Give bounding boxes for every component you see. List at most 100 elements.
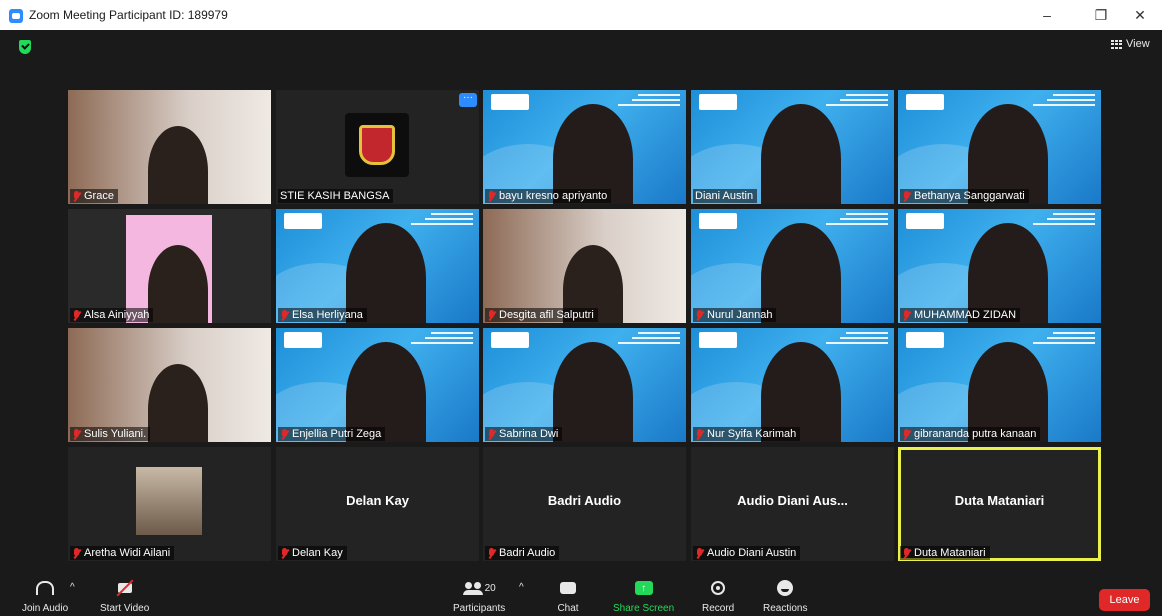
start-video-label: Start Video bbox=[100, 603, 150, 614]
leave-button[interactable]: Leave bbox=[1099, 589, 1150, 611]
more-options-icon[interactable]: ··· bbox=[459, 93, 477, 107]
participant-name-label: Desgita afil Salputri bbox=[485, 308, 598, 322]
participant-name: Diani Austin bbox=[695, 190, 754, 202]
muted-mic-icon bbox=[280, 309, 289, 321]
meeting-area: View Grace ··· STIE KASIH BANGSA bayu kresn… bbox=[0, 30, 1162, 574]
participant-name-label: Nur Syifa Karimah bbox=[693, 427, 801, 441]
background-caption-graphic bbox=[1033, 94, 1095, 108]
stie-kasih-bangsa-logo-icon bbox=[345, 113, 409, 177]
close-button[interactable]: ✕ bbox=[1124, 4, 1156, 26]
share-screen-button[interactable]: ↑ Share Screen bbox=[613, 578, 674, 614]
muted-mic-icon bbox=[72, 428, 81, 440]
participant-center-name: Badri Audio bbox=[547, 493, 622, 508]
participant-tile[interactable]: Elsa Herliyana bbox=[276, 209, 479, 323]
participant-name: Delan Kay bbox=[292, 547, 343, 559]
participant-name: gibrananda putra kanaan bbox=[914, 428, 1037, 440]
kampus-merdeka-logo bbox=[491, 94, 529, 110]
background-caption-graphic bbox=[411, 213, 473, 227]
muted-mic-icon bbox=[280, 547, 289, 559]
window-title: Zoom Meeting Participant ID: 189979 bbox=[29, 8, 228, 22]
background-caption-graphic bbox=[1033, 213, 1095, 227]
participants-icon bbox=[462, 582, 483, 595]
kampus-merdeka-logo bbox=[284, 332, 322, 348]
participant-name-label: Diani Austin bbox=[693, 189, 758, 203]
chat-icon bbox=[560, 582, 576, 594]
audio-options-chevron-icon[interactable]: ^ bbox=[70, 582, 75, 593]
chat-button[interactable]: Chat bbox=[556, 578, 580, 614]
participant-name-label: gibrananda putra kanaan bbox=[900, 427, 1041, 441]
participant-name-label: Delan Kay bbox=[278, 546, 347, 560]
participant-name: Sabrina Dwi bbox=[499, 428, 559, 440]
participant-tile[interactable]: bayu kresno apriyanto bbox=[483, 90, 686, 204]
muted-mic-icon bbox=[695, 428, 704, 440]
participant-name-label: MUHAMMAD ZIDAN bbox=[900, 308, 1021, 322]
participant-tile[interactable]: Sabrina Dwi bbox=[483, 328, 686, 442]
start-video-button[interactable]: Start Video bbox=[100, 578, 149, 614]
title-bar: Zoom Meeting Participant ID: 189979 – ❐ … bbox=[0, 0, 1162, 30]
participant-figure bbox=[761, 104, 841, 204]
kampus-merdeka-logo bbox=[699, 213, 737, 229]
minimize-button[interactable]: – bbox=[1031, 4, 1063, 26]
background-caption-graphic bbox=[826, 332, 888, 346]
muted-mic-icon bbox=[487, 309, 496, 321]
muted-mic-icon bbox=[902, 190, 911, 202]
participant-name: Nurul Jannah bbox=[707, 309, 773, 321]
participant-tile[interactable]: Audio Diani Aus... Audio Diani Austin bbox=[691, 447, 894, 561]
participant-name: Audio Diani Austin bbox=[707, 547, 797, 559]
restore-button[interactable]: ❐ bbox=[1085, 4, 1117, 26]
participant-center-name: Duta Mataniari bbox=[954, 493, 1045, 508]
participant-tile[interactable]: Delan Kay Delan Kay bbox=[276, 447, 479, 561]
participant-name-label: Badri Audio bbox=[485, 546, 560, 560]
participant-name: MUHAMMAD ZIDAN bbox=[914, 309, 1017, 321]
participant-tile[interactable]: Diani Austin bbox=[691, 90, 894, 204]
participant-name: Desgita afil Salputri bbox=[499, 309, 594, 321]
join-audio-button[interactable]: Join Audio bbox=[22, 578, 68, 614]
participant-name: bayu kresno apriyanto bbox=[499, 190, 608, 202]
background-caption-graphic bbox=[826, 94, 888, 108]
participant-tile[interactable]: MUHAMMAD ZIDAN bbox=[898, 209, 1101, 323]
participants-button[interactable]: 20 Participants bbox=[453, 578, 505, 614]
participants-label: Participants bbox=[453, 603, 506, 614]
view-button[interactable]: View bbox=[1111, 38, 1150, 50]
participant-name: Alsa Ainiyyah bbox=[84, 309, 150, 321]
join-audio-label: Join Audio bbox=[22, 603, 69, 614]
encryption-shield-icon[interactable] bbox=[19, 40, 31, 54]
participant-figure bbox=[553, 342, 633, 442]
background-caption-graphic bbox=[411, 332, 473, 346]
background-caption-graphic bbox=[826, 213, 888, 227]
participant-name-label: Sulis Yuliani. bbox=[70, 427, 151, 441]
share-screen-label: Share Screen bbox=[613, 603, 675, 614]
muted-mic-icon bbox=[72, 309, 81, 321]
muted-mic-icon bbox=[695, 309, 704, 321]
participant-tile[interactable]: Badri Audio Badri Audio bbox=[483, 447, 686, 561]
kampus-merdeka-logo bbox=[699, 94, 737, 110]
record-button[interactable]: Record bbox=[702, 578, 734, 614]
participants-options-chevron-icon[interactable]: ^ bbox=[519, 582, 524, 593]
share-screen-icon: ↑ bbox=[634, 581, 653, 595]
participant-tile[interactable]: Nurul Jannah bbox=[691, 209, 894, 323]
participant-center-name: Audio Diani Aus... bbox=[737, 493, 848, 508]
muted-mic-icon bbox=[72, 547, 81, 559]
participant-tile[interactable]: ··· STIE KASIH BANGSA bbox=[276, 90, 479, 204]
participant-tile[interactable]: Duta Mataniari Duta Mataniari bbox=[898, 447, 1101, 561]
participant-tile[interactable]: Desgita afil Salputri bbox=[483, 209, 686, 323]
participant-name: Bethanya Sanggarwati bbox=[914, 190, 1025, 202]
participant-name-label: Grace bbox=[70, 189, 118, 203]
participant-tile[interactable]: Alsa Ainiyyah bbox=[68, 209, 271, 323]
participant-name-label: Bethanya Sanggarwati bbox=[900, 189, 1029, 203]
participant-tile[interactable]: Aretha Widi Ailani bbox=[68, 447, 271, 561]
participant-tile[interactable]: gibrananda putra kanaan bbox=[898, 328, 1101, 442]
background-caption-graphic bbox=[618, 332, 680, 346]
participant-name: Nur Syifa Karimah bbox=[707, 428, 797, 440]
participant-tile[interactable]: Sulis Yuliani. bbox=[68, 328, 271, 442]
participant-tile[interactable]: Nur Syifa Karimah bbox=[691, 328, 894, 442]
participant-tile[interactable]: Bethanya Sanggarwati bbox=[898, 90, 1101, 204]
participant-name: Aretha Widi Ailani bbox=[84, 547, 171, 559]
reactions-button[interactable]: Reactions bbox=[763, 578, 807, 614]
participant-tile[interactable]: Enjellia Putri Zega bbox=[276, 328, 479, 442]
participant-tile[interactable]: Grace bbox=[68, 90, 271, 204]
muted-mic-icon bbox=[487, 428, 496, 440]
participant-name-label: Aretha Widi Ailani bbox=[70, 546, 175, 560]
participant-name-label: Audio Diani Austin bbox=[693, 546, 801, 560]
participants-count: 20 bbox=[484, 582, 496, 594]
